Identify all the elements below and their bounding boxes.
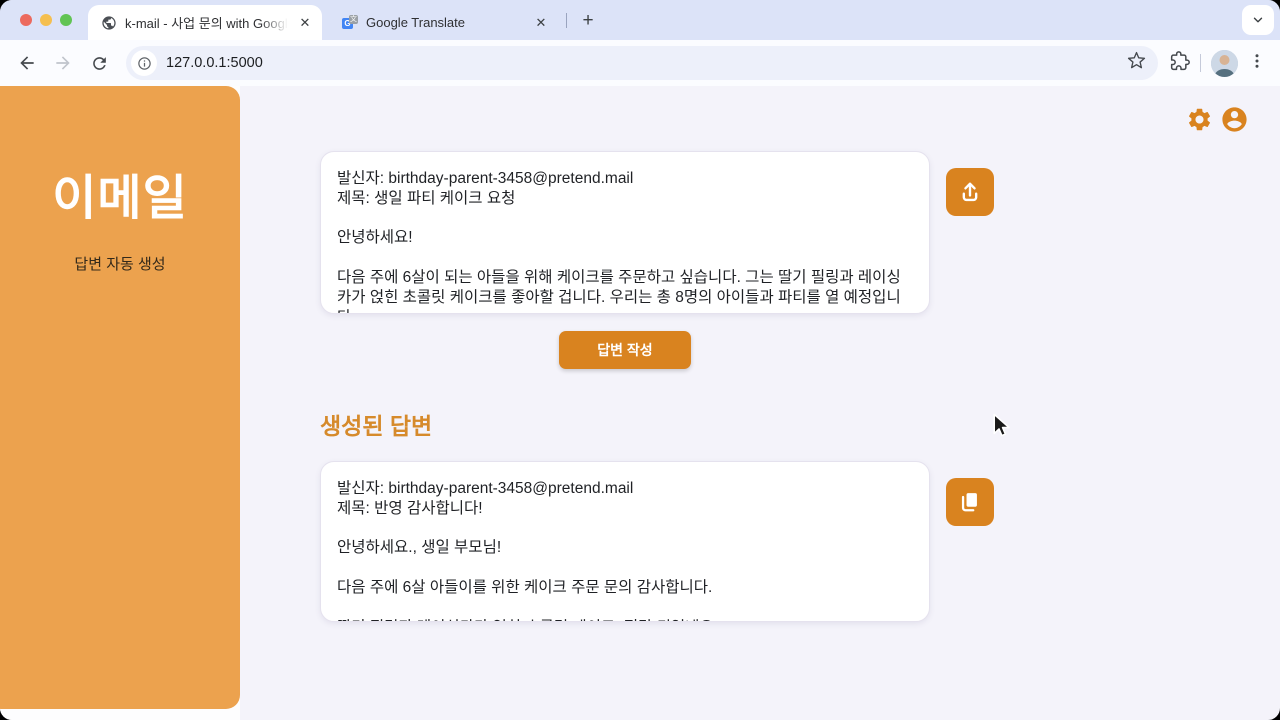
tab-search-button[interactable] (1242, 5, 1274, 35)
site-info-icon[interactable] (131, 50, 157, 76)
browser-window: k-mail - 사업 문의 with Google ✕ G文 Google T… (0, 0, 1280, 720)
header-icons (1186, 105, 1249, 139)
macos-window-controls (20, 14, 72, 26)
tab-title: k-mail - 사업 문의 with Google (125, 13, 288, 32)
tab-strip: k-mail - 사업 문의 with Google ✕ G文 Google T… (0, 0, 1280, 40)
sidebar: 이메일 답변 자동 생성 (0, 86, 240, 709)
upload-email-button[interactable] (946, 168, 994, 216)
close-tab-icon[interactable]: ✕ (532, 14, 550, 32)
account-icon[interactable] (1220, 105, 1249, 139)
copy-reply-button[interactable] (946, 478, 994, 526)
google-translate-icon: G文 (342, 15, 358, 31)
url-bar[interactable]: 127.0.0.1:5000 (126, 46, 1158, 80)
settings-gear-icon[interactable] (1186, 106, 1213, 138)
browser-toolbar: 127.0.0.1:5000 (0, 40, 1280, 86)
generated-reply-heading: 생성된 답변 (320, 407, 432, 441)
tab-kmail[interactable]: k-mail - 사업 문의 with Google ✕ (88, 5, 322, 40)
page-content: 이메일 답변 자동 생성 발신자: birthday-parent-3458@p… (0, 86, 1280, 720)
bookmark-star-icon[interactable] (1127, 51, 1146, 75)
maximize-window-button[interactable] (60, 14, 72, 26)
globe-icon (101, 15, 117, 31)
sidebar-column: 이메일 답변 자동 생성 (0, 86, 240, 720)
generated-reply-card: 발신자: birthday-parent-3458@pretend.mail 제… (320, 461, 930, 622)
reload-button[interactable] (84, 48, 114, 78)
chevron-down-icon (1251, 13, 1265, 27)
forward-button[interactable] (48, 48, 78, 78)
browser-menu-icon[interactable] (1248, 52, 1266, 75)
tab-google-translate[interactable]: G文 Google Translate ✕ (332, 5, 558, 40)
close-window-button[interactable] (20, 14, 32, 26)
copy-icon (957, 489, 983, 515)
app-subtitle: 답변 자동 생성 (74, 253, 165, 274)
extensions-icon[interactable] (1170, 51, 1190, 76)
upload-icon (957, 179, 983, 205)
app-title: 이메일 (52, 158, 187, 228)
toolbar-right-group (1170, 50, 1268, 77)
new-tab-button[interactable]: + (576, 9, 600, 33)
toolbar-divider (1200, 54, 1201, 72)
incoming-email-card: 발신자: birthday-parent-3458@pretend.mail 제… (320, 151, 930, 314)
close-tab-icon[interactable]: ✕ (296, 14, 314, 32)
tab-title: Google Translate (366, 15, 524, 30)
tab-divider (566, 13, 567, 28)
back-button[interactable] (12, 48, 42, 78)
write-reply-button[interactable]: 답변 작성 (559, 331, 691, 369)
main-area: 발신자: birthday-parent-3458@pretend.mail 제… (240, 86, 1280, 720)
profile-avatar[interactable] (1211, 50, 1238, 77)
minimize-window-button[interactable] (40, 14, 52, 26)
url-text[interactable]: 127.0.0.1:5000 (166, 55, 1118, 71)
